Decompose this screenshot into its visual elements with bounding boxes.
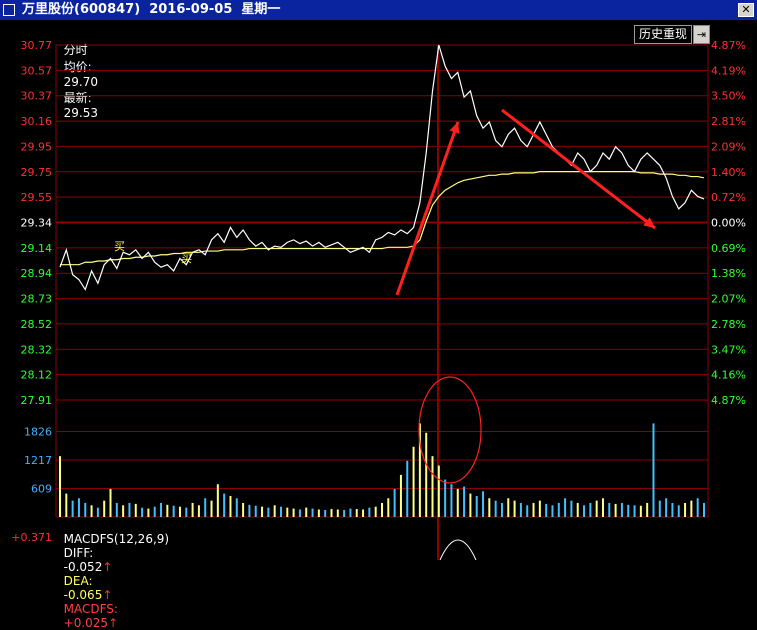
price-tick-label: 28.12 xyxy=(21,369,53,382)
pct-tick-label: 1.40% xyxy=(711,166,746,179)
volume-tick-label: 1826 xyxy=(24,426,52,439)
macdfs-label: MACDFS: xyxy=(63,602,118,616)
average-price-line xyxy=(60,171,705,266)
dea-arrow-icon: ↑ xyxy=(102,588,113,602)
rise-annotation-arrow-head xyxy=(449,122,460,134)
pct-tick-label: 1.38% xyxy=(711,267,746,280)
price-tick-label: 30.16 xyxy=(21,115,53,128)
pct-tick-label: 2.09% xyxy=(711,140,746,153)
price-tick-label: 29.34 xyxy=(21,217,53,230)
pct-tick-label: 3.50% xyxy=(711,90,746,103)
price-tick-label: 30.57 xyxy=(21,64,53,77)
macd-diff-label: DIFF: xyxy=(63,546,94,560)
rise-annotation-arrow xyxy=(395,121,460,296)
price-tick-label: 30.77 xyxy=(21,39,53,52)
pct-tick-label: 4.87% xyxy=(711,394,746,407)
macdfs-value: +0.025 xyxy=(63,616,109,630)
diff-arrow-icon: ↑ xyxy=(102,560,113,574)
volume-tick-label: 609 xyxy=(31,482,52,495)
price-tick-label: 29.14 xyxy=(21,242,53,255)
price-tick-label: 29.95 xyxy=(21,140,53,153)
pct-tick-label: 2.07% xyxy=(711,293,746,306)
price-tick-label: 30.37 xyxy=(21,90,53,103)
volume-annotation-circle xyxy=(418,376,482,484)
price-tick-label: 28.73 xyxy=(21,293,53,306)
pct-tick-label: 4.19% xyxy=(711,64,746,77)
price-tick-label: 27.91 xyxy=(21,394,53,407)
pct-tick-label: 4.16% xyxy=(711,369,746,382)
pct-tick-label: 0.72% xyxy=(711,191,746,204)
price-tick-label: 28.94 xyxy=(21,267,53,280)
macdfs-arrow-icon: ↑ xyxy=(108,616,119,630)
price-tick-label: 29.75 xyxy=(21,166,53,179)
pct-tick-label: 0.69% xyxy=(711,242,746,255)
price-tick-label: 29.55 xyxy=(21,191,53,204)
price-line xyxy=(59,44,705,291)
macd-title: MACDFS(12,26,9) xyxy=(63,532,170,546)
macd-dea-value: -0.065 xyxy=(63,588,103,602)
pct-tick-label: 0.00% xyxy=(711,217,746,230)
macd-top-label: +0.371 xyxy=(11,531,52,544)
intraday-chart: 30.77 4.87% 30.57 4.19% 30.37 3.50% 30.16 2.81%… xyxy=(11,39,746,560)
pct-tick-label: 2.78% xyxy=(711,318,746,331)
buy-marker: 买 xyxy=(181,252,192,265)
buy-marker: 买 xyxy=(114,240,125,253)
macd-info-bar: MACDFS(12,26,9) DIFF: -0.052↑ DEA: -0.06… xyxy=(56,518,169,630)
macd-curve xyxy=(439,539,477,560)
macd-dea-label: DEA: xyxy=(63,574,93,588)
pct-tick-label: 3.47% xyxy=(711,343,746,356)
price-tick-label: 28.32 xyxy=(21,343,53,356)
pct-tick-label: 4.87% xyxy=(711,39,746,52)
pct-tick-label: 2.81% xyxy=(711,115,746,128)
price-tick-label: 28.52 xyxy=(21,318,53,331)
chart-frame xyxy=(55,44,709,518)
volume-tick-label: 1217 xyxy=(24,454,52,467)
macd-diff-value: -0.052 xyxy=(63,560,103,574)
